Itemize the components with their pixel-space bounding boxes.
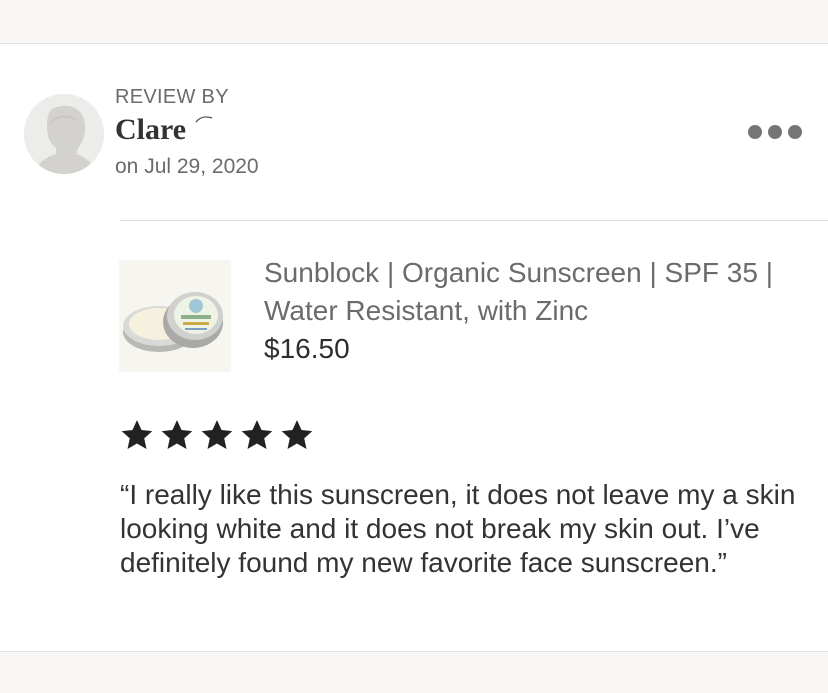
star-icon [121,420,153,450]
reviewer-avatar [24,94,104,174]
bottom-band [0,651,828,693]
review-date: on Jul 29, 2020 [115,155,259,178]
star-icon [161,420,193,450]
section-divider [120,220,828,221]
star-rating [120,418,314,454]
default-avatar-icon [24,94,104,174]
product-thumbnail[interactable] [119,260,231,372]
name-redaction-mark [195,116,213,123]
star-icon [241,420,273,450]
reviewer-name[interactable]: Clare [115,113,186,147]
review-by-label: REVIEW BY [115,86,229,108]
top-band [0,0,828,44]
more-options-icon-dot [788,125,802,139]
more-options-button[interactable] [748,122,802,142]
product-title-link[interactable]: Sunblock | Organic Sunscreen | SPF 35 | … [264,254,784,330]
star-icon [201,420,233,450]
more-options-icon-dot [768,125,782,139]
more-options-icon [748,125,762,139]
sunscreen-tin-image [119,260,231,372]
star-icon [281,420,313,450]
review-text: “I really like this sunscreen, it does n… [120,479,796,578]
product-price: $16.50 [264,333,350,364]
